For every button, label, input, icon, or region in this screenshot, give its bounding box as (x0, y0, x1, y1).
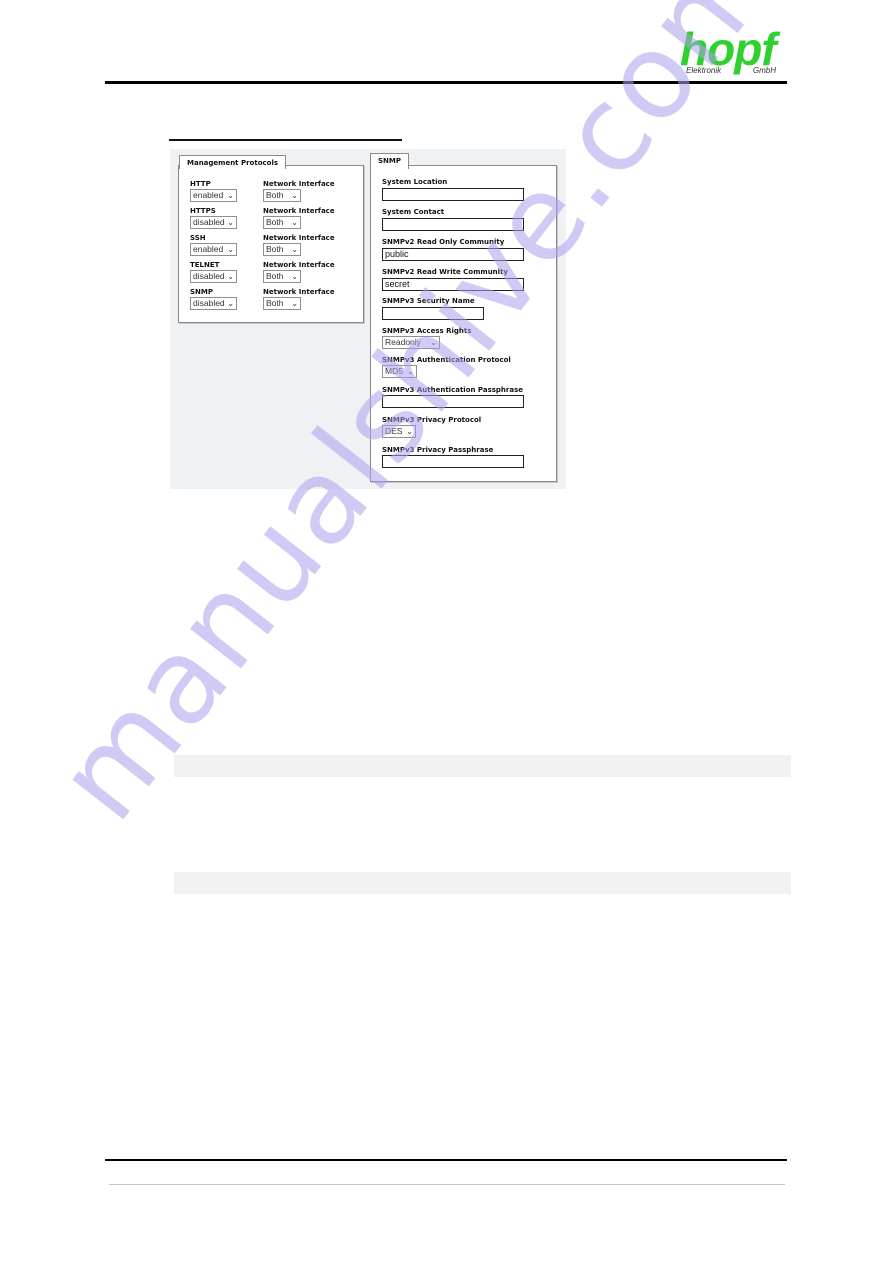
network-interface-label: Network Interface (263, 180, 335, 188)
snmp-select[interactable]: disabled ⌄ (190, 297, 237, 310)
protocol-label: SSH (190, 234, 206, 242)
chevron-down-icon: ⌄ (227, 245, 234, 254)
tab-management-protocols[interactable]: Management Protocols (179, 155, 287, 169)
chevron-down-icon: ⌄ (430, 338, 437, 347)
chevron-down-icon: ⌄ (406, 427, 413, 436)
gray-bar-1 (174, 755, 791, 777)
snmpv2-ro-community-input[interactable]: public (382, 248, 524, 261)
system-location-input[interactable] (382, 188, 524, 201)
snmpv3-auth-passphrase-label: SNMPv3 Authentication Passphrase (382, 386, 524, 394)
http-select[interactable]: enabled ⌄ (190, 189, 237, 202)
snmpv2-rw-community-label: SNMPv2 Read Write Community (382, 268, 508, 276)
network-interface-label: Network Interface (263, 288, 335, 296)
snmpv3-access-rights-label: SNMPv3 Access Rights (382, 327, 472, 335)
section-heading-underline (169, 139, 402, 141)
chevron-down-icon: ⌄ (291, 245, 298, 254)
protocol-label: SNMP (190, 288, 213, 296)
system-contact-label: System Contact (382, 208, 445, 216)
tab-snmp[interactable]: SNMP (370, 153, 409, 169)
chevron-down-icon: ⌄ (291, 218, 298, 227)
settings-screenshot-panel: HTTP enabled ⌄ Network Interface Both ⌄ HT… (170, 149, 566, 489)
chevron-down-icon: ⌄ (291, 191, 298, 200)
snmpv3-privacy-passphrase-input[interactable] (382, 455, 524, 468)
footer-rule (105, 1159, 787, 1161)
telnet-select[interactable]: disabled ⌄ (190, 270, 237, 283)
network-interface-label: Network Interface (263, 261, 335, 269)
ssh-select[interactable]: enabled ⌄ (190, 243, 237, 256)
system-location-label: System Location (382, 178, 448, 186)
system-contact-input[interactable] (382, 218, 524, 231)
https-interface-select[interactable]: Both ⌄ (263, 216, 301, 229)
protocol-label: TELNET (190, 261, 220, 269)
snmpv3-privacy-protocol-select[interactable]: DES ⌄ (382, 425, 416, 438)
header-rule (105, 81, 787, 84)
chevron-down-icon: ⌄ (227, 299, 234, 308)
footer-thin-rule (109, 1184, 785, 1185)
chevron-down-icon: ⌄ (227, 191, 234, 200)
https-select[interactable]: disabled ⌄ (190, 216, 237, 229)
snmpv3-auth-passphrase-input[interactable] (382, 395, 524, 408)
snmp-group: System Location System Contact SNMPv2 Re… (370, 165, 557, 482)
protocol-label: HTTP (190, 180, 211, 188)
management-protocols-group: HTTP enabled ⌄ Network Interface Both ⌄ HT… (178, 165, 364, 323)
chevron-down-icon: ⌄ (407, 367, 414, 376)
ssh-interface-select[interactable]: Both ⌄ (263, 243, 301, 256)
snmpv2-ro-community-label: SNMPv2 Read Only Community (382, 238, 505, 246)
snmpv3-privacy-passphrase-label: SNMPv3 Privacy Passphrase (382, 446, 494, 454)
gray-bar-2 (174, 872, 791, 894)
snmpv3-security-name-label: SNMPv3 Security Name (382, 297, 475, 305)
protocol-label: HTTPS (190, 207, 216, 215)
logo-sub-left: Elektronik (686, 66, 722, 75)
chevron-down-icon: ⌄ (227, 218, 234, 227)
telnet-interface-select[interactable]: Both ⌄ (263, 270, 301, 283)
hopf-logo: hopf Elektronik GmbH (680, 23, 777, 78)
snmpv3-security-name-input[interactable] (382, 307, 484, 320)
logo-wordmark: hopf (680, 23, 777, 75)
snmpv3-privacy-protocol-label: SNMPv3 Privacy Protocol (382, 416, 482, 424)
chevron-down-icon: ⌄ (291, 272, 298, 281)
snmpv3-access-rights-select[interactable]: Readonly ⌄ (382, 336, 440, 349)
snmpv3-auth-protocol-label: SNMPv3 Authentication Protocol (382, 356, 511, 364)
chevron-down-icon: ⌄ (291, 299, 298, 308)
http-interface-select[interactable]: Both ⌄ (263, 189, 301, 202)
snmp-interface-select[interactable]: Both ⌄ (263, 297, 301, 310)
logo-subtitle: Elektronik GmbH (686, 66, 776, 75)
chevron-down-icon: ⌄ (227, 272, 234, 281)
snmpv3-auth-protocol-select[interactable]: MD5 ⌄ (382, 365, 417, 378)
snmpv2-rw-community-input[interactable]: secret (382, 278, 524, 291)
network-interface-label: Network Interface (263, 207, 335, 215)
network-interface-label: Network Interface (263, 234, 335, 242)
logo-sub-right: GmbH (752, 66, 776, 75)
